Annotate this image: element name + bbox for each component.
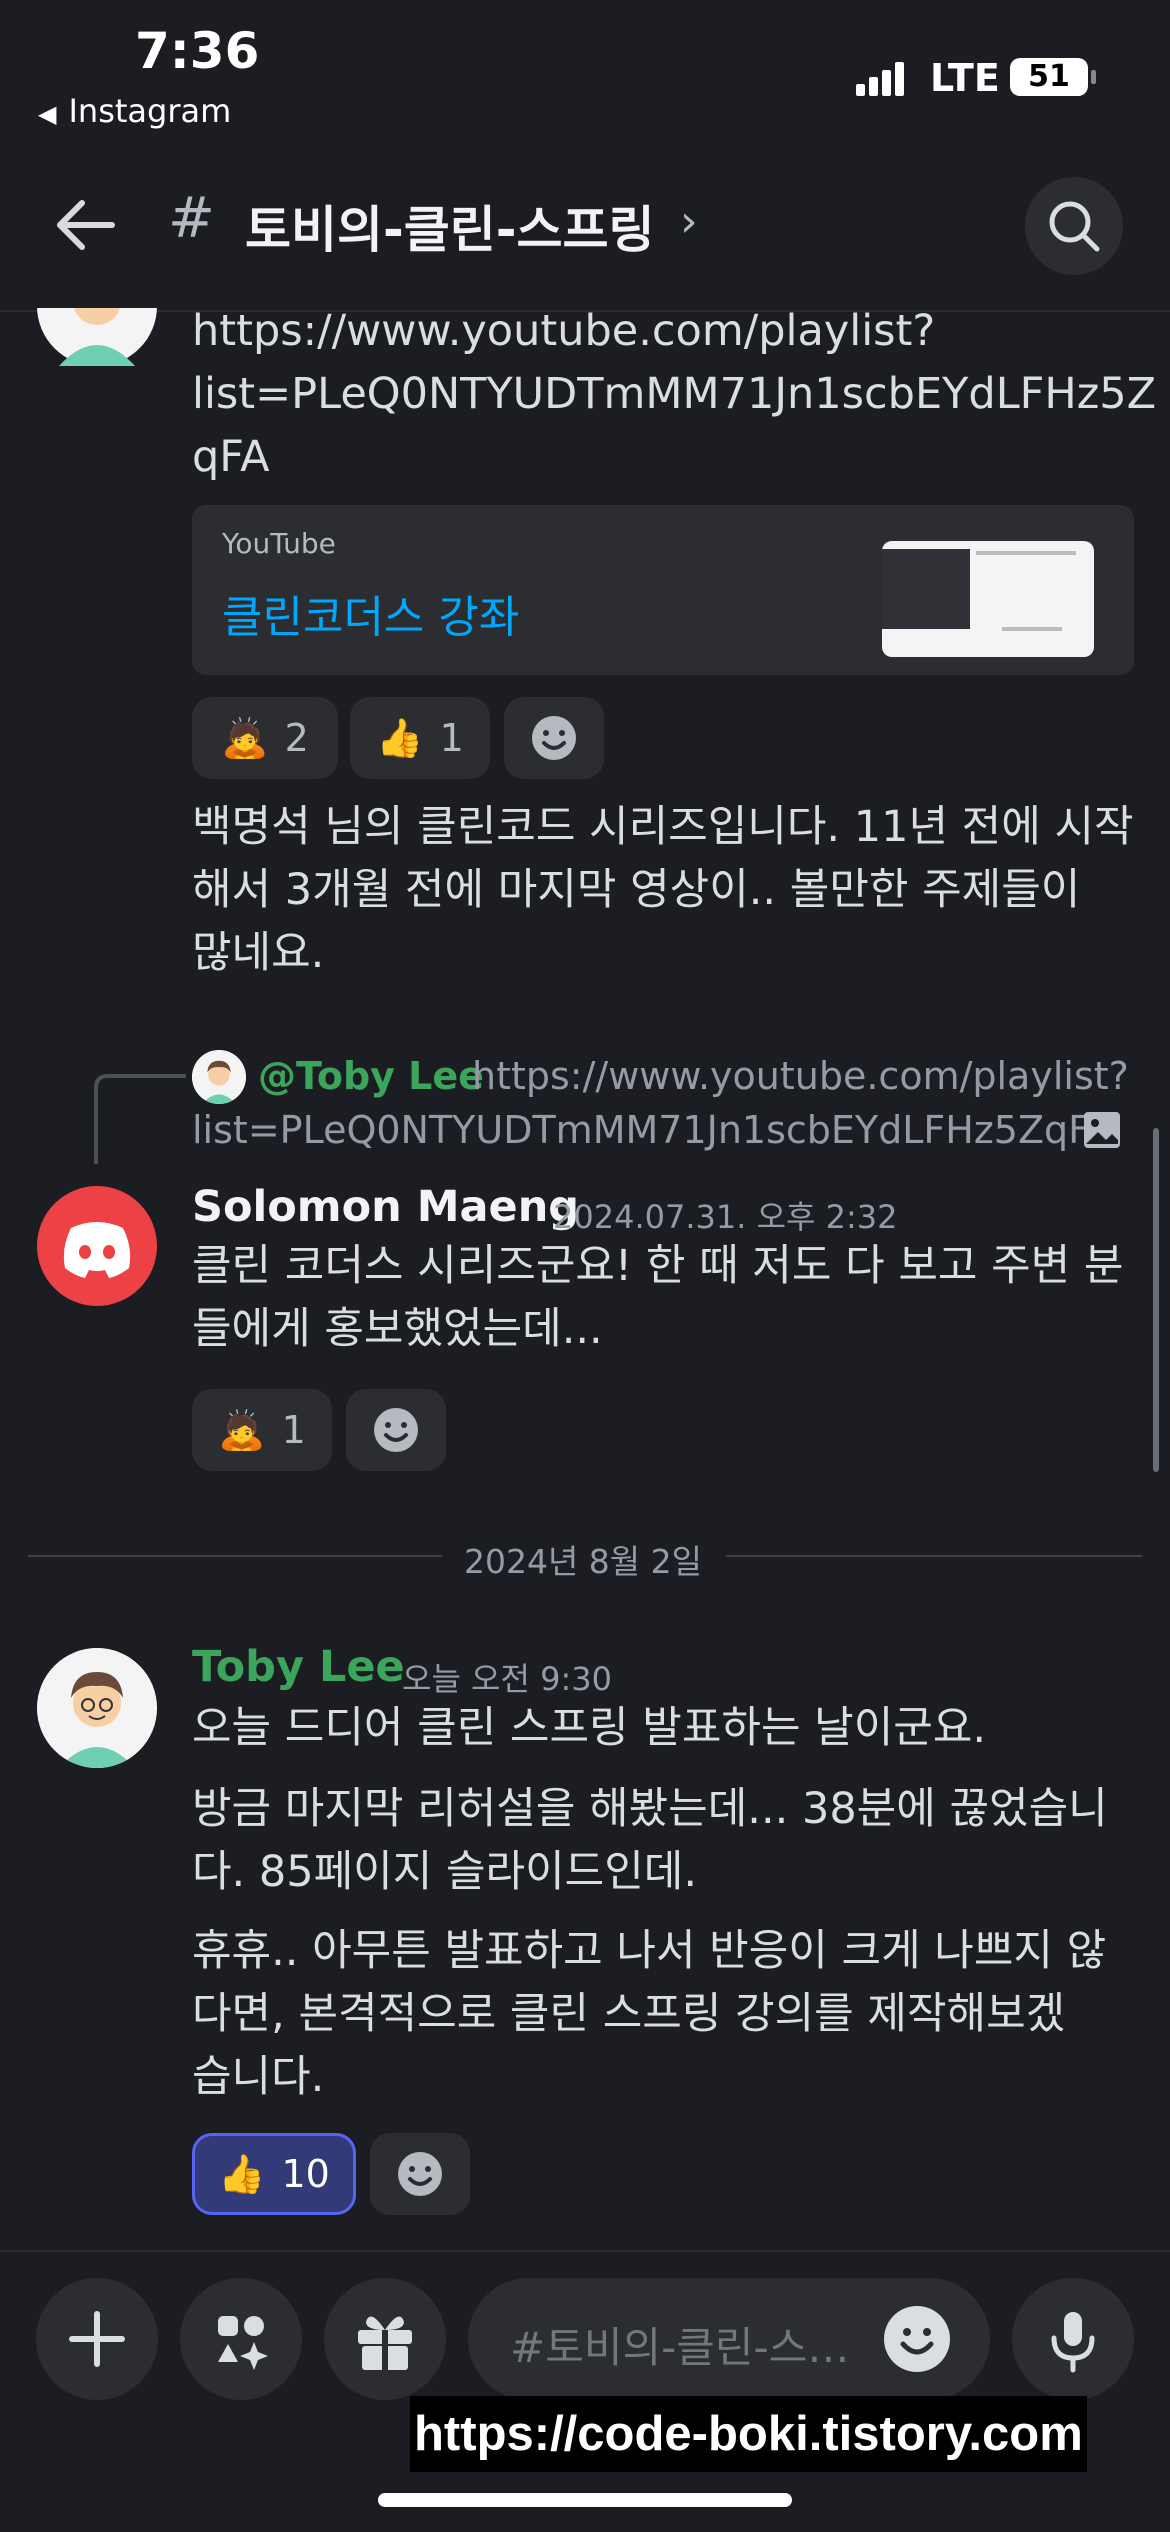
text-line: 습니다.	[192, 2052, 325, 2102]
microphone-icon	[1051, 2312, 1095, 2373]
add-attachment-button[interactable]	[36, 2278, 158, 2400]
home-indicator[interactable]	[378, 2493, 792, 2507]
message-placeholder: #토비의-클린-스프링에 메시지 보내기	[510, 2323, 870, 2372]
avatar-face-icon	[37, 1648, 157, 1768]
back-arrow-icon[interactable]	[52, 195, 122, 255]
message3-text-2: 방금 마지막 리허설을 해봤는데... 38분에 끊었습니 다. 85페이지 슬…	[192, 1778, 1152, 1904]
date-divider: 2024년 8월 2일	[463, 1542, 703, 1581]
add-reaction-button[interactable]	[370, 2133, 470, 2215]
reaction-bow[interactable]: 🙇 1	[192, 1389, 332, 1471]
message2-text: 클린 코더스 시리즈군요! 한 때 저도 다 보고 주변 분 들에게 홍보했었는…	[192, 1235, 1152, 1361]
plus-icon	[69, 2311, 125, 2367]
author-name[interactable]: Toby Lee	[192, 1642, 405, 1692]
timestamp: 오늘 오전 9:30	[402, 1660, 612, 1698]
back-to-app-link[interactable]: ◀ Instagram	[38, 92, 231, 130]
watermark: https://code-boki.tistory.com	[410, 2396, 1087, 2472]
text-line: 클린 코더스 시리즈군요! 한 때 저도 다 보고 주변 분	[192, 1241, 1124, 1291]
signal-icon	[856, 62, 906, 96]
reaction-count: 1	[439, 716, 464, 760]
battery-tip	[1091, 70, 1096, 84]
apps-icon	[218, 2316, 268, 2370]
link-line[interactable]: https://www.youtube.com/playlist?	[192, 300, 1156, 363]
add-reaction-button[interactable]	[504, 697, 604, 779]
thumbs-up-icon: 👍	[376, 715, 424, 760]
avatar-toby-partial[interactable]	[37, 308, 157, 366]
smiley-icon	[374, 1408, 418, 1452]
back-triangle-icon: ◀	[38, 100, 57, 128]
avatar-face-icon	[37, 308, 157, 366]
text-line: 방금 마지막 리허설을 해봤는데... 38분에 끊었습니	[192, 1784, 1108, 1834]
chevron-right-icon[interactable]: ›	[680, 196, 698, 247]
embed-provider: YouTube	[222, 527, 336, 560]
youtube-embed[interactable]: YouTube 클린코더스 강좌	[192, 505, 1134, 675]
back-app-label: Instagram	[68, 92, 232, 130]
composer-divider	[0, 2250, 1170, 2252]
search-button[interactable]	[1025, 177, 1123, 275]
text-line: 백명석 님의 클린코드 시리즈입니다. 11년 전에 시작	[192, 802, 1134, 852]
solomon-avatar[interactable]	[37, 1186, 157, 1306]
smiley-icon	[532, 716, 576, 760]
gift-button[interactable]	[324, 2278, 446, 2400]
bow-emoji-icon: 🙇	[221, 715, 269, 760]
message3-text-1: 오늘 드디어 클린 스프링 발표하는 날이군요.	[192, 1703, 987, 1753]
network-type: LTE	[930, 56, 1000, 100]
emoji-picker-icon[interactable]	[880, 2302, 954, 2376]
embed-thumbnail[interactable]	[882, 541, 1094, 657]
message-input[interactable]: #토비의-클린-스프링에 메시지 보내기	[468, 2278, 990, 2400]
channel-name[interactable]: 토비의-클린-스프링	[245, 190, 655, 262]
reaction-count: 2	[284, 716, 309, 760]
text-line: 다. 85페이지 슬라이드인데.	[192, 1847, 697, 1897]
thumbs-up-icon: 👍	[218, 2151, 266, 2196]
reaction-count: 1	[281, 1408, 306, 1452]
reaction-count: 10	[281, 2152, 330, 2196]
divider-line	[28, 1555, 442, 1557]
message1-text: 백명석 님의 클린코드 시리즈입니다. 11년 전에 시작 해서 3개월 전에 …	[192, 796, 1152, 985]
reply-avatar[interactable]	[192, 1050, 246, 1104]
text-line: 다면, 본격적으로 클린 스프링 강의를 제작해보겠	[192, 1989, 1066, 2039]
image-icon	[1084, 1112, 1120, 1148]
reply-connector	[94, 1074, 186, 1164]
toby-avatar[interactable]	[37, 1648, 157, 1768]
channel-hash-icon: #	[168, 186, 215, 251]
text-line: 많네요.	[192, 928, 325, 978]
text-line: 들에게 홍보했었는데...	[192, 1304, 603, 1354]
reply-mention[interactable]: @Toby Lee	[258, 1054, 484, 1098]
timestamp: 2024.07.31. 오후 2:32	[553, 1198, 898, 1236]
avatar-face-icon	[192, 1050, 246, 1104]
scrollbar[interactable]	[1153, 1128, 1159, 1472]
reply-preview-line1[interactable]: https://www.youtube.com/playlist?	[472, 1054, 1129, 1098]
link-line[interactable]: qFA	[192, 426, 1156, 489]
battery-icon: 51	[1010, 58, 1088, 96]
text-line: 휴휴.. 아무튼 발표하고 나서 반응이 크게 나쁘지 않	[192, 1926, 1107, 1976]
divider-line	[726, 1555, 1142, 1557]
voice-message-button[interactable]	[1012, 2278, 1134, 2400]
bow-emoji-icon: 🙇	[218, 1407, 266, 1452]
reaction-bow[interactable]: 🙇 2	[192, 697, 338, 779]
embed-title[interactable]: 클린코더스 강좌	[222, 581, 519, 645]
gift-icon	[358, 2316, 412, 2370]
message3-text-3: 휴휴.. 아무튼 발표하고 나서 반응이 크게 나쁘지 않 다면, 본격적으로 …	[192, 1920, 1152, 2109]
status-time: 7:36	[135, 22, 260, 80]
reaction-thumbs-up[interactable]: 👍 1	[350, 697, 490, 779]
reaction-thumbs-up-active[interactable]: 👍 10	[192, 2133, 356, 2215]
reply-preview-line2[interactable]: list=PLeQ0NTYUDTmMM71Jn1scbEYdLFHz5ZqFA	[192, 1108, 1112, 1152]
search-icon	[1049, 201, 1100, 252]
smiley-icon	[398, 2152, 442, 2196]
link-line[interactable]: list=PLeQ0NTYUDTmMM71Jn1scbEYdLFHz5Z	[192, 363, 1156, 426]
author-name[interactable]: Solomon Maeng	[192, 1182, 579, 1232]
add-reaction-button[interactable]	[346, 1389, 446, 1471]
discord-logo-icon	[63, 1222, 131, 1278]
text-line: 해서 3개월 전에 마지막 영상이.. 볼만한 주제들이	[192, 865, 1081, 915]
youtube-link[interactable]: https://www.youtube.com/playlist? list=P…	[192, 300, 1156, 489]
apps-button[interactable]	[180, 2278, 302, 2400]
